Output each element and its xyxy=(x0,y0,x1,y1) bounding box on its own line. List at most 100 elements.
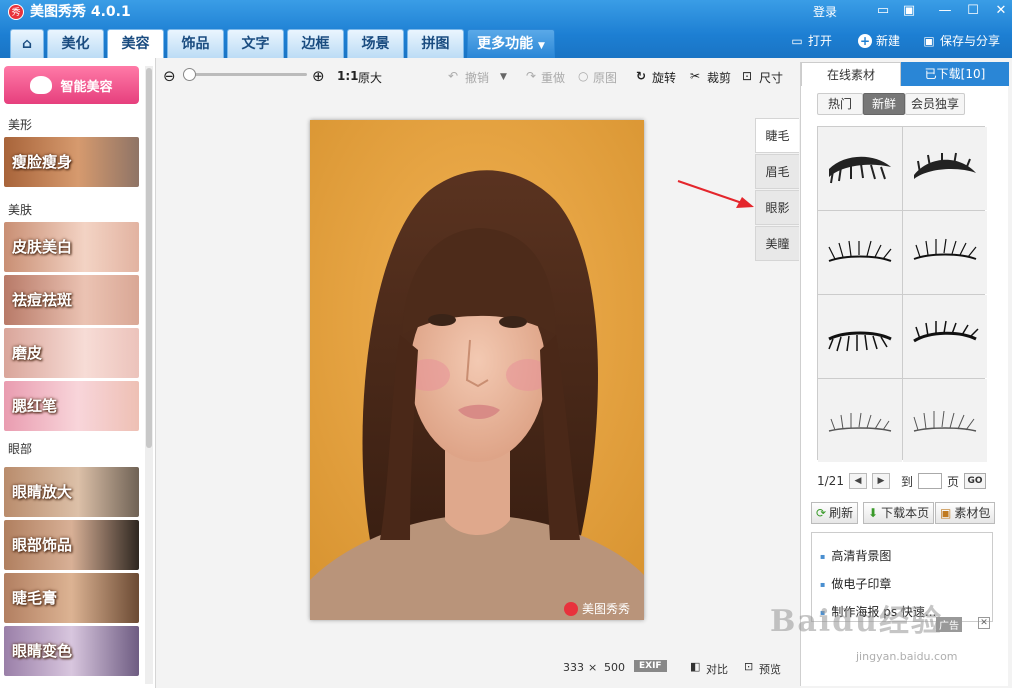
eyelash-thumb[interactable] xyxy=(818,379,902,462)
compare-button[interactable]: 对比 xyxy=(706,661,728,677)
tab-accessories[interactable]: 饰品 xyxy=(167,29,224,58)
scrollbar-thumb[interactable] xyxy=(146,68,152,448)
feedback-icon[interactable]: ▭ xyxy=(872,2,894,20)
size-button[interactable]: 尺寸 xyxy=(759,69,783,86)
eyelash-thumb[interactable] xyxy=(903,127,987,210)
go-button[interactable]: GO xyxy=(963,473,986,489)
photo-watermark: 美图秀秀 xyxy=(564,600,630,617)
menu-icon[interactable]: ▣ xyxy=(898,2,920,20)
maximize-icon[interactable]: ☐ xyxy=(962,2,984,20)
eyelash-thumb[interactable] xyxy=(903,295,987,378)
filter-fresh[interactable]: 新鲜 xyxy=(863,93,905,115)
zoom-slider[interactable] xyxy=(183,73,307,76)
undo-button[interactable]: 撤销 xyxy=(465,69,489,86)
eyelash-grid xyxy=(817,126,987,462)
sidebar-item-label: 眼睛变色 xyxy=(12,642,73,660)
original-size-button[interactable]: 原大 xyxy=(358,69,382,86)
download-page-label: 下载本页 xyxy=(881,506,930,520)
tab-beauty[interactable]: 美容 xyxy=(107,29,164,58)
sidebar-item-acne[interactable]: 祛痘祛斑 xyxy=(4,275,139,325)
promo-link[interactable]: 高清背景图 xyxy=(820,547,891,564)
sidebar-item-smooth[interactable]: 磨皮 xyxy=(4,328,139,378)
original-button[interactable]: 原图 xyxy=(593,69,617,86)
watermark-text: 美图秀秀 xyxy=(582,602,631,616)
tab-downloaded[interactable]: 已下载[10] xyxy=(901,62,1009,86)
new-label: 新建 xyxy=(876,34,901,48)
sub-category-tabs: 睫毛 眉毛 眼影 美瞳 xyxy=(755,118,799,262)
filter-member[interactable]: 会员独享 xyxy=(905,93,965,115)
tab-beautify[interactable]: 美化 xyxy=(47,29,104,58)
rotate-button[interactable]: 旋转 xyxy=(652,69,676,86)
tab-eyeshadow[interactable]: 眼影 xyxy=(755,190,799,225)
zoom-out-icon[interactable]: ⊖ xyxy=(163,67,176,85)
rotate-icon: ↻ xyxy=(636,69,647,83)
open-button[interactable]: ▭ 打开 xyxy=(790,32,832,49)
tab-text[interactable]: 文字 xyxy=(227,29,284,58)
filter-hot[interactable]: 热门 xyxy=(817,93,863,115)
crop-button[interactable]: 裁剪 xyxy=(707,69,731,86)
next-page-icon[interactable]: ▶ xyxy=(871,473,890,489)
chevron-down-icon: ▼ xyxy=(537,41,545,51)
pager: 1/21 ◀ ▶ 到 页 GO xyxy=(817,472,986,490)
preview-button[interactable]: 预览 xyxy=(759,661,781,677)
eyelash-thumb[interactable] xyxy=(818,211,902,294)
exif-button[interactable]: EXIF xyxy=(634,660,667,672)
tab-more-features[interactable]: 更多功能 ▼ xyxy=(467,29,555,58)
zoom-slider-knob[interactable] xyxy=(183,68,196,81)
image-height: 500 xyxy=(604,661,625,674)
save-icon: ▣ xyxy=(923,33,935,48)
tab-home[interactable]: ⌂ xyxy=(10,29,44,58)
sidebar-scrollbar[interactable] xyxy=(145,66,153,684)
new-button[interactable]: + 新建 xyxy=(858,32,900,49)
sidebar-item-mascara[interactable]: 睫毛膏 xyxy=(4,573,139,623)
save-share-button[interactable]: ▣ 保存与分享 xyxy=(922,32,1000,49)
redo-button[interactable]: 重做 xyxy=(541,69,565,86)
resize-icon: ⊡ xyxy=(742,69,753,83)
ratio-label[interactable]: 1:1 xyxy=(337,69,359,83)
sidebar-item-eye-color[interactable]: 眼睛变色 xyxy=(4,626,139,676)
home-icon: ⌂ xyxy=(21,36,33,52)
zoom-in-icon[interactable]: ⊕ xyxy=(312,67,325,85)
sidebar-item-label: 眼部饰品 xyxy=(12,536,73,554)
save-label: 保存与分享 xyxy=(940,34,1001,48)
page-number-input[interactable] xyxy=(917,473,942,489)
open-label: 打开 xyxy=(808,34,833,48)
eyelash-thumb[interactable] xyxy=(903,379,987,462)
download-page-button[interactable]: ⬇ 下载本页 xyxy=(863,502,935,524)
goto-label: 到 xyxy=(900,474,913,489)
package-icon: ▣ xyxy=(940,506,952,520)
tab-eyelash[interactable]: 睫毛 xyxy=(755,118,799,153)
login-link[interactable]: 登录 xyxy=(813,3,837,20)
eyelash-thumb[interactable] xyxy=(818,295,902,378)
prev-page-icon[interactable]: ◀ xyxy=(848,473,867,489)
refresh-button[interactable]: ⟳ 刷新 xyxy=(811,502,859,524)
tab-border[interactable]: 边框 xyxy=(287,29,344,58)
refresh-label: 刷新 xyxy=(829,506,854,520)
promo-link[interactable]: 做电子印章 xyxy=(820,575,891,592)
material-pack-button[interactable]: ▣ 素材包 xyxy=(935,502,996,524)
baidu-watermark: Baidu经验 xyxy=(770,604,943,639)
tab-scene[interactable]: 场景 xyxy=(347,29,404,58)
sidebar-item-slim[interactable]: 瘦脸瘦身 xyxy=(4,137,139,187)
close-icon[interactable]: ✕ xyxy=(990,2,1012,20)
meitu-logo-icon xyxy=(564,601,578,616)
tab-online-material[interactable]: 在线素材 xyxy=(801,62,901,86)
minimize-icon[interactable]: — xyxy=(934,2,956,20)
tab-contact-lens[interactable]: 美瞳 xyxy=(755,226,799,261)
eyelash-thumb[interactable] xyxy=(903,211,987,294)
smart-beauty-button[interactable]: 智能美容 xyxy=(4,66,139,104)
sidebar-item-blush[interactable]: 腮红笔 xyxy=(4,381,139,431)
page-indicator: 1/21 xyxy=(817,474,844,488)
sidebar-item-eye-enlarge[interactable]: 眼睛放大 xyxy=(4,467,139,517)
sidebar-item-whiten[interactable]: 皮肤美白 xyxy=(4,222,139,272)
tab-collage[interactable]: 拼图 xyxy=(407,29,464,58)
sidebar-item-eye-accessory[interactable]: 眼部饰品 xyxy=(4,520,139,570)
undo-dropdown-icon[interactable]: ▼ xyxy=(500,72,507,82)
close-ad-icon[interactable]: ✕ xyxy=(978,617,990,629)
redo-icon: ↷ xyxy=(526,69,537,83)
photo-canvas[interactable]: 美图秀秀 xyxy=(310,120,644,620)
sidebar-item-label: 磨皮 xyxy=(12,344,43,362)
tab-eyebrow[interactable]: 眉毛 xyxy=(755,154,799,189)
smart-label: 智能美容 xyxy=(60,79,113,95)
eyelash-thumb[interactable] xyxy=(818,127,902,210)
